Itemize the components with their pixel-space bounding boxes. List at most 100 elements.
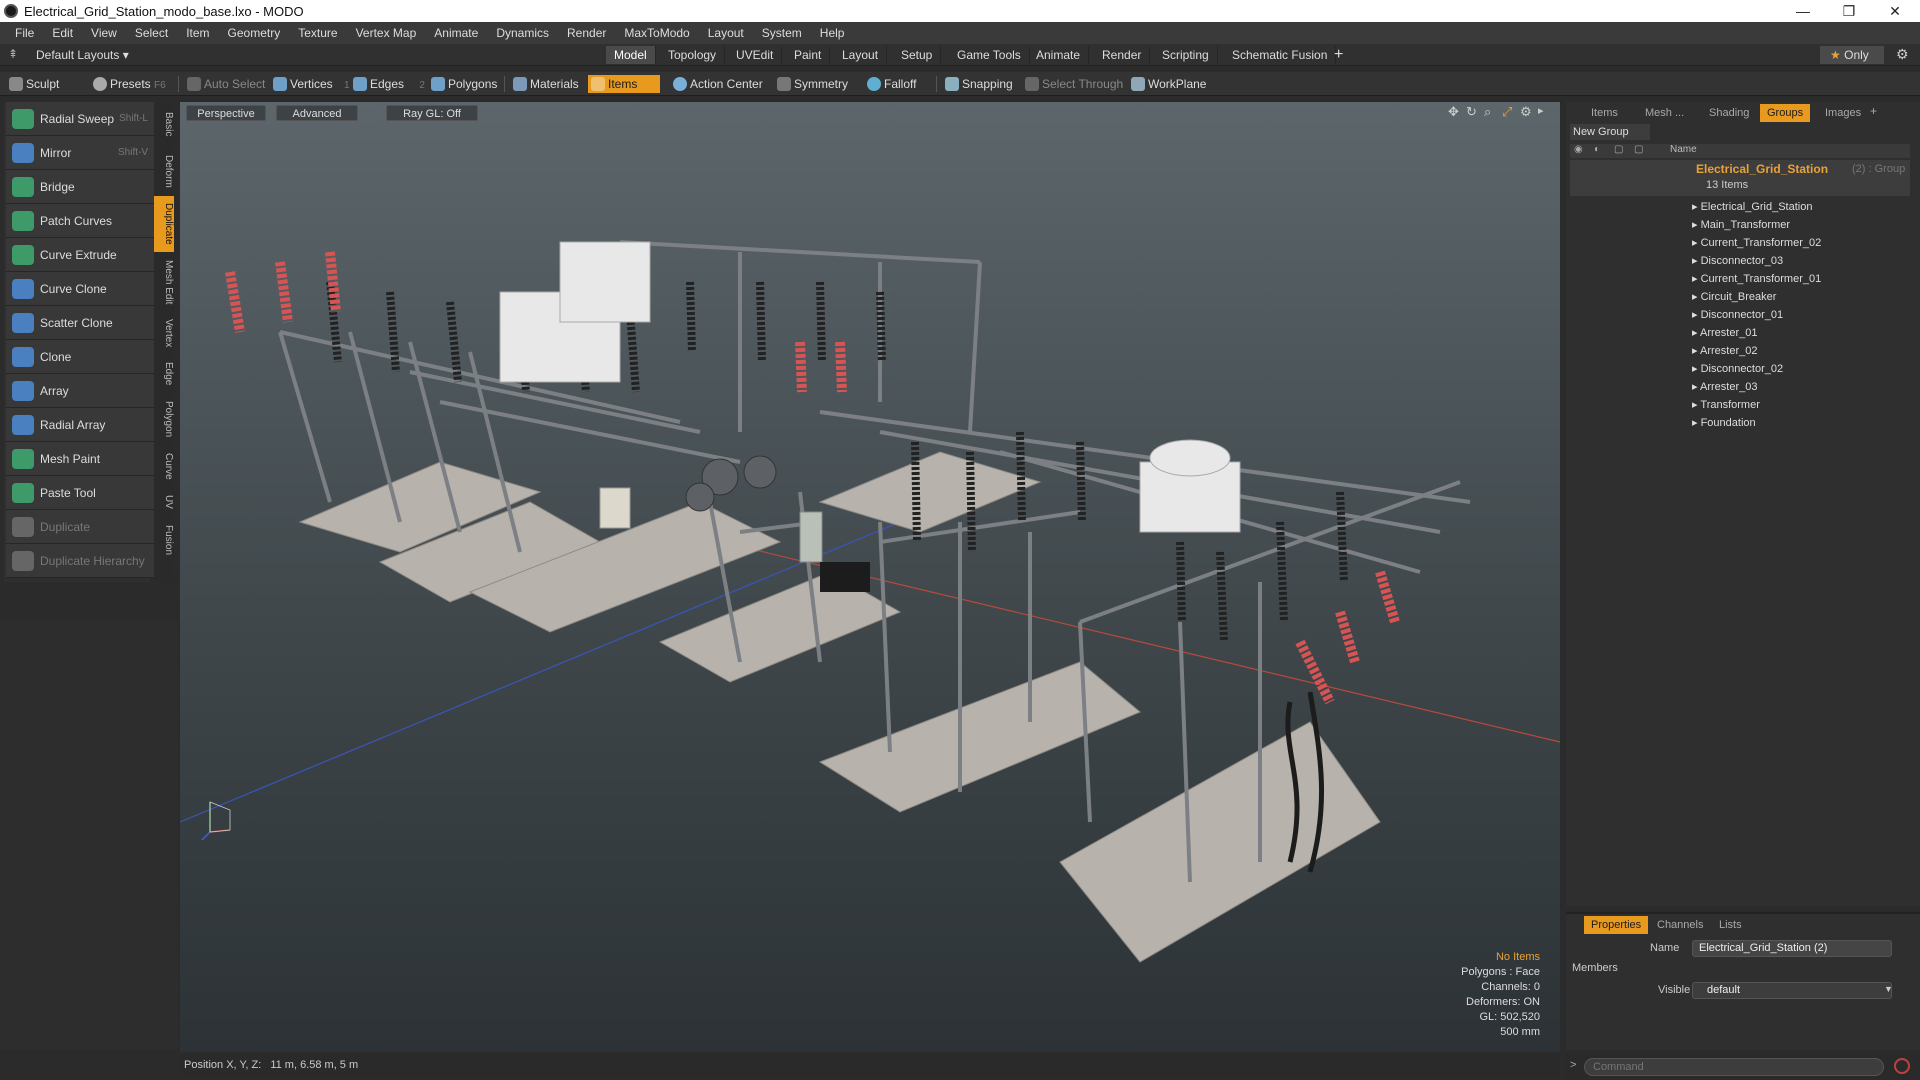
menu-view[interactable]: View [82,22,126,44]
menu-edit[interactable]: Edit [43,22,82,44]
minimize-button[interactable]: — [1780,0,1826,22]
vtab-basic[interactable]: Basic [154,102,174,146]
list-item[interactable]: ▸ Disconnector_01 [1692,306,1920,324]
name-field[interactable]: Electrical_Grid_Station (2) [1692,940,1892,957]
tab-model[interactable]: Model [606,46,656,64]
menu-select[interactable]: Select [126,22,177,44]
list-item[interactable]: ▸ Arrester_02 [1692,342,1920,360]
tab-layout[interactable]: Layout [834,46,888,64]
select-through-button[interactable]: Select Through [1022,75,1128,93]
close-button[interactable]: ✕ [1872,0,1918,22]
restore-button[interactable]: ❐ [1826,0,1872,22]
radial-sweep-tool[interactable]: Radial Sweep Shift-L [6,102,154,136]
command-input[interactable] [1584,1058,1884,1076]
list-item[interactable]: ▸ Main_Transformer [1692,216,1920,234]
duplicate-tool[interactable]: Duplicate [6,510,154,544]
action-center-button[interactable]: Action Center [670,75,768,93]
tab-shading[interactable]: Shading [1702,104,1756,122]
render-icon[interactable]: ◐ [1594,144,1600,155]
eye-icon[interactable]: ◉ [1574,144,1583,155]
snapping-button[interactable]: Snapping [942,75,1018,93]
patch-curves-tool[interactable]: Patch Curves [6,204,154,238]
layout-preset-dropdown[interactable]: Default Layouts ▾ [36,48,129,62]
menu-item[interactable]: Item [177,22,218,44]
tab-uvedit[interactable]: UVEdit [728,46,783,64]
list-item[interactable]: ▸ Circuit_Breaker [1692,288,1920,306]
radial-array-tool[interactable]: Radial Array [6,408,154,442]
vtab-polygon[interactable]: Polygon [154,394,174,444]
workplane-button[interactable]: WorkPlane [1128,75,1211,93]
list-item[interactable]: ▸ Disconnector_03 [1692,252,1920,270]
add-tab-icon[interactable]: + [1870,104,1877,118]
menu-vertex-map[interactable]: Vertex Map [347,22,426,44]
presets-button[interactable]: Presets F6 [90,75,171,93]
vtab-vertex[interactable]: Vertex [154,312,174,354]
menu-file[interactable]: File [6,22,43,44]
vtab-edge[interactable]: Edge [154,356,174,392]
fit-icon[interactable]: ⤢ [1502,104,1512,120]
raygl-toggle[interactable]: Ray GL: Off [386,105,478,121]
sculpt-button[interactable]: Sculpt [6,75,64,93]
tab-animate[interactable]: Animate [1028,46,1090,64]
vtab-mesh-edit[interactable]: Mesh Edit [154,254,174,310]
tab-properties[interactable]: Properties [1584,916,1649,934]
tab-groups[interactable]: Groups [1760,104,1811,122]
lock-icon[interactable]: ▢ [1614,144,1623,155]
list-item[interactable]: ▸ Arrester_03 [1692,378,1920,396]
menu-help[interactable]: Help [811,22,854,44]
tab-images[interactable]: Images [1818,104,1868,122]
pan-icon[interactable]: ✥ [1448,104,1459,120]
tab-scripting[interactable]: Scripting [1154,46,1218,64]
tab-schematic-fusion[interactable]: Schematic Fusion [1224,46,1337,64]
group-row[interactable]: Electrical_Grid_Station (2) : Group 13 I… [1570,160,1910,196]
menu-texture[interactable]: Texture [289,22,346,44]
bridge-tool[interactable]: Bridge [6,170,154,204]
menu-render[interactable]: Render [558,22,615,44]
add-tab-icon[interactable]: + [1334,46,1343,64]
tab-lists[interactable]: Lists [1712,916,1749,934]
visible-dropdown[interactable]: default [1692,982,1892,999]
polygons-button[interactable]: Polygons [428,75,502,93]
tab-channels[interactable]: Channels [1650,916,1710,934]
zoom-icon[interactable]: ⌕ [1484,104,1491,120]
list-item[interactable]: ▸ Current_Transformer_01 [1692,270,1920,288]
vtab-duplicate[interactable]: Duplicate [154,196,174,252]
symmetry-button[interactable]: Symmetry [774,75,853,93]
list-item[interactable]: ▸ Arrester_01 [1692,324,1920,342]
curve-clone-tool[interactable]: Curve Clone [6,272,154,306]
list-item[interactable]: ▸ Foundation [1692,414,1920,432]
mirror-tool[interactable]: Mirror Shift-V [6,136,154,170]
curve-extrude-tool[interactable]: Curve Extrude [6,238,154,272]
view-type-dropdown[interactable]: Perspective [186,105,266,121]
list-item[interactable]: ▸ Electrical_Grid_Station [1692,198,1920,216]
paste-tool[interactable]: Paste Tool [6,476,154,510]
menu-system[interactable]: System [753,22,811,44]
rotate-icon[interactable]: ↻ [1466,104,1477,120]
only-toggle[interactable]: ★ Only [1820,46,1884,64]
tab-topology[interactable]: Topology [660,46,726,64]
tab-items[interactable]: Items [1584,104,1625,122]
tab-setup[interactable]: Setup [893,46,942,64]
select-icon[interactable]: ▢ [1634,144,1643,155]
mesh-paint-tool[interactable]: Mesh Paint [6,442,154,476]
menu-maxtomodo[interactable]: MaxToModo [615,22,698,44]
tab-mesh[interactable]: Mesh ... [1638,104,1691,122]
scatter-clone-tool[interactable]: Scatter Clone [6,306,154,340]
vtab-curve[interactable]: Curve [154,446,174,486]
menu-layout[interactable]: Layout [699,22,753,44]
gear-icon[interactable]: ⚙ [1896,46,1909,63]
menu-dynamics[interactable]: Dynamics [487,22,558,44]
list-item[interactable]: ▸ Disconnector_02 [1692,360,1920,378]
vtab-deform[interactable]: Deform [154,148,174,194]
falloff-button[interactable]: Falloff [864,75,921,93]
auto-select-button[interactable]: Auto Select [184,75,270,93]
collapse-icon[interactable]: ⇞ [8,47,18,61]
items-button[interactable]: Items [588,75,660,93]
menu-animate[interactable]: Animate [425,22,487,44]
clone-tool[interactable]: Clone [6,340,154,374]
vtab-fusion[interactable]: Fusion [154,518,174,562]
tab-game-tools[interactable]: Game Tools [949,46,1030,64]
tab-paint[interactable]: Paint [786,46,831,64]
materials-button[interactable]: Materials [510,75,584,93]
3d-viewport[interactable]: Perspective Advanced Ray GL: Off ✥ ↻ ⌕ ⤢… [180,102,1560,1052]
